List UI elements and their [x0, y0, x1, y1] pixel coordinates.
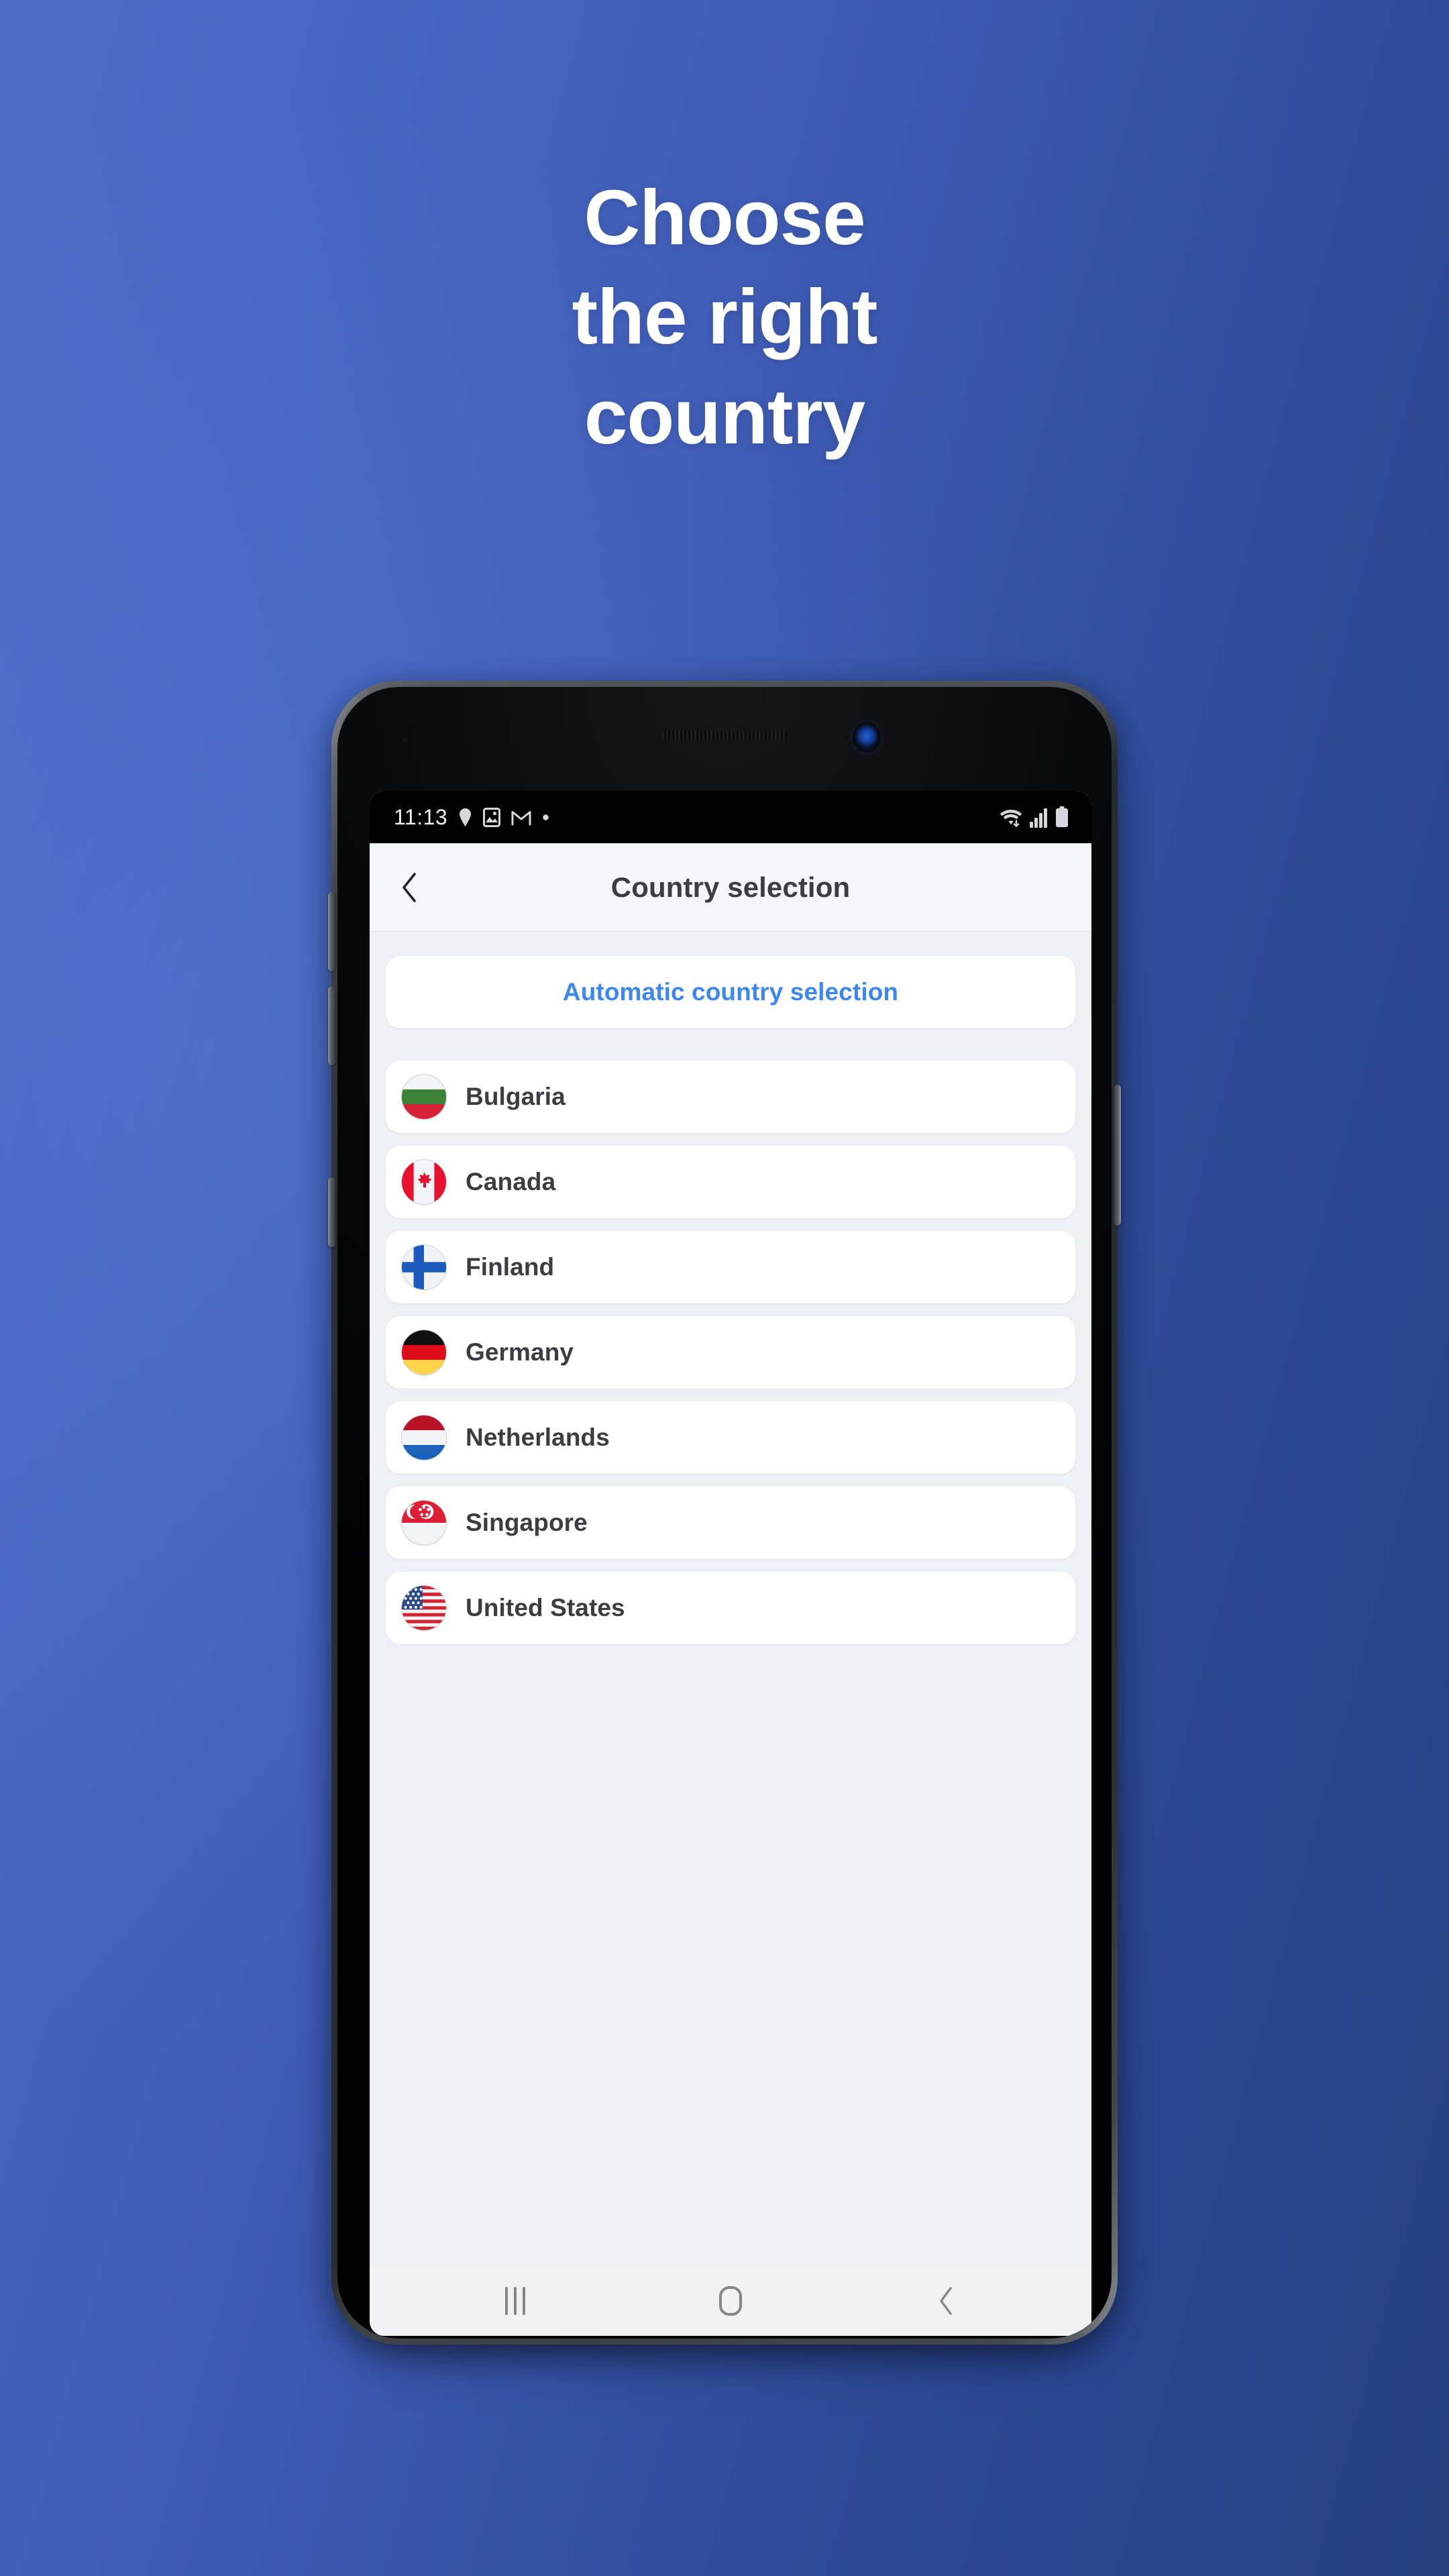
country-row-singapore[interactable]: Singapore [386, 1487, 1075, 1559]
nav-home-button[interactable] [694, 2277, 767, 2324]
recents-icon [504, 2287, 525, 2315]
status-bar: 11:13 [370, 791, 1091, 843]
phone-mockup: 11:13 Country selection Automatic countr… [328, 681, 1121, 2351]
united-states-flag-icon [402, 1586, 446, 1630]
country-row-united-states[interactable]: United States [386, 1572, 1075, 1644]
germany-flag-icon [402, 1330, 446, 1375]
finland-flag-icon [402, 1245, 446, 1289]
singapore-flag-icon [402, 1501, 446, 1545]
page-title: Country selection [610, 871, 851, 903]
automatic-country-selection-label: Automatic country selection [562, 978, 899, 1006]
country-name-label: Canada [466, 1168, 556, 1195]
country-row-bulgaria[interactable]: Bulgaria [386, 1061, 1075, 1133]
country-row-canada[interactable]: Canada [386, 1146, 1075, 1218]
headline-line-1: Choose [584, 174, 865, 261]
earpiece-speaker-icon [662, 730, 787, 741]
home-icon [718, 2286, 742, 2316]
country-list-screen: Automatic country selection Bulgaria Can… [370, 932, 1091, 2266]
netherlands-flag-icon [402, 1415, 446, 1460]
app-bar: Country selection [370, 843, 1091, 932]
canada-flag-icon [402, 1160, 446, 1204]
status-bar-left: 11:13 [394, 805, 549, 830]
country-name-label: Germany [466, 1338, 574, 1366]
location-pin-icon [458, 808, 472, 827]
status-bar-right [1000, 806, 1069, 828]
back-icon [937, 2286, 955, 2316]
cellular-signal-icon [1030, 808, 1048, 828]
front-camera-icon [855, 724, 878, 750]
country-row-finland[interactable]: Finland [386, 1231, 1075, 1303]
automatic-country-selection-button[interactable]: Automatic country selection [386, 956, 1075, 1028]
volume-up-button[interactable] [328, 892, 335, 971]
nav-recents-button[interactable] [478, 2277, 552, 2324]
country-name-label: Bulgaria [466, 1083, 566, 1110]
country-name-label: Finland [466, 1253, 555, 1281]
nav-back-button[interactable] [909, 2277, 983, 2324]
volume-down-button[interactable] [328, 986, 335, 1065]
country-name-label: Netherlands [466, 1424, 610, 1451]
battery-icon [1055, 806, 1069, 828]
proximity-sensor-icon [402, 737, 408, 743]
country-row-germany[interactable]: Germany [386, 1316, 1075, 1389]
headline-line-2: the right [572, 273, 878, 361]
promo-headline: Choose the right country [0, 168, 1449, 466]
power-button[interactable] [1114, 1085, 1121, 1226]
wifi-icon [1000, 806, 1022, 828]
country-name-label: United States [466, 1594, 625, 1621]
chevron-left-icon [400, 872, 418, 903]
status-bar-clock: 11:13 [394, 804, 448, 829]
country-row-netherlands[interactable]: Netherlands [386, 1401, 1075, 1474]
image-icon [483, 807, 501, 827]
dot-icon [542, 814, 549, 821]
bulgaria-flag-icon [402, 1075, 446, 1119]
android-navigation-bar [370, 2266, 1091, 2336]
bixby-button[interactable] [328, 1177, 335, 1247]
back-button[interactable] [384, 863, 434, 912]
gmail-icon [511, 808, 531, 827]
country-name-label: Singapore [466, 1509, 588, 1536]
headline-line-3: country [584, 372, 865, 460]
phone-glass: 11:13 Country selection Automatic countr… [337, 687, 1112, 2339]
phone-screen: 11:13 Country selection Automatic countr… [370, 791, 1091, 2336]
